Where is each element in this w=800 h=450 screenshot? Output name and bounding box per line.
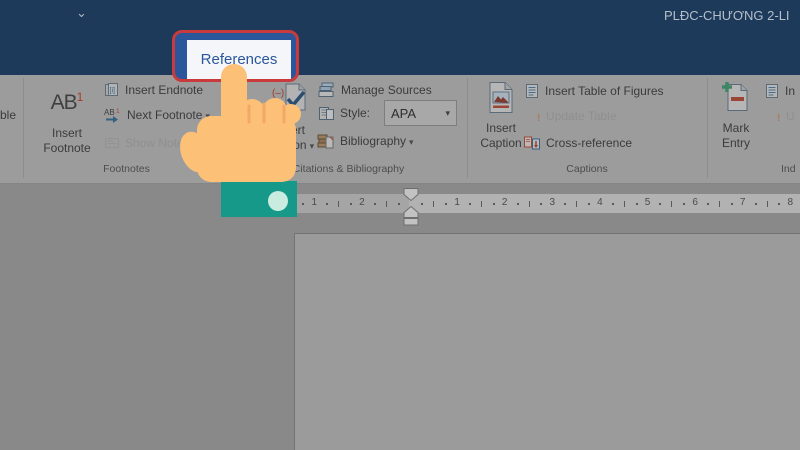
- ruler-tick: [755, 203, 757, 205]
- ruler-number: 7: [740, 197, 746, 208]
- ruler-tick: [445, 203, 447, 205]
- mark-entry-button[interactable]: Mark Entry: [709, 78, 763, 180]
- ruler-number: 6: [692, 197, 698, 208]
- ribbon-tab-row: sert Design Layout Mailings Review View …: [0, 30, 800, 75]
- ruler-number: 2: [359, 197, 365, 208]
- insert-citation-icon: (–): [272, 82, 308, 114]
- ruler-number: 2: [502, 197, 508, 208]
- insert-endnote-button[interactable]: [i] Insert Endnote: [104, 80, 203, 100]
- svg-text:!: !: [537, 113, 540, 124]
- ruler-tick: [719, 201, 720, 207]
- ruler-tick: [433, 201, 434, 207]
- ruler-number: 3: [550, 197, 556, 208]
- ribbon-content: ble AB1 Insert Footnote [i] Insert Endno…: [0, 75, 800, 184]
- ruler-tick: [576, 201, 577, 207]
- svg-text:1: 1: [116, 108, 120, 115]
- svg-text:AB: AB: [104, 108, 115, 117]
- ruler-tick: [588, 203, 590, 205]
- manage-sources-button[interactable]: Manage Sources: [318, 80, 432, 100]
- update-table-button[interactable]: ! Update Table: [524, 106, 617, 126]
- insert-table-of-figures-button[interactable]: Insert Table of Figures: [524, 81, 664, 101]
- update-table-icon: !: [524, 108, 541, 124]
- ruler-tick: [481, 201, 482, 207]
- svg-text:(–): (–): [272, 88, 284, 99]
- mark-entry-icon: [721, 81, 751, 114]
- ruler-tick: [624, 201, 625, 207]
- ruler-tick: [529, 201, 530, 207]
- sleeve-button: [268, 191, 288, 211]
- next-footnote-button[interactable]: AB 1 Next Footnote: [104, 105, 210, 125]
- ruler-tick: [398, 203, 400, 205]
- ruler-tick: [350, 203, 352, 205]
- word-window: ⌄ PLĐC-CHƯƠNG 2-LI sert Design Layout Ma…: [0, 0, 800, 450]
- update-index-icon: !: [764, 108, 781, 124]
- ruler-tick: [778, 203, 780, 205]
- ruler-number: 5: [645, 197, 651, 208]
- table-of-figures-icon: [524, 83, 540, 99]
- ruler-tick: [517, 203, 519, 205]
- ruler-number: 8: [788, 197, 794, 208]
- insert-index-icon: [764, 83, 780, 99]
- show-notes-icon: [104, 135, 120, 151]
- ruler-tick: [767, 201, 768, 207]
- svg-text:!: !: [777, 113, 780, 124]
- ruler-number: 1: [312, 197, 318, 208]
- bibliography-button[interactable]: Bibliography: [317, 131, 414, 151]
- footnotes-group-label: Footnotes: [23, 163, 230, 175]
- svg-text:[i]: [i]: [110, 88, 116, 95]
- document-page[interactable]: [294, 233, 800, 450]
- citations-group-label: Citations & Bibliography: [230, 163, 467, 175]
- ruler-tick: [564, 203, 566, 205]
- ruler-tick: [386, 201, 387, 207]
- style-label-row: Style:: [318, 103, 370, 123]
- ruler-tick: [540, 203, 542, 205]
- quick-access-chevron-icon[interactable]: ⌄: [76, 6, 87, 19]
- tab-references[interactable]: References: [187, 40, 291, 79]
- document-title: PLĐC-CHƯƠNG 2-LI: [664, 8, 790, 23]
- footnote-ab1-icon: AB1: [51, 85, 84, 115]
- show-notes-button[interactable]: Show Notes: [104, 133, 190, 153]
- sleeve: [221, 181, 297, 217]
- style-combobox[interactable]: APA ▾: [384, 100, 457, 126]
- insert-caption-icon: [486, 81, 516, 114]
- ruler-tick: [683, 203, 685, 205]
- index-group-label: Ind: [770, 163, 800, 175]
- insert-endnote-icon: [i]: [104, 82, 120, 98]
- style-book-icon: [318, 105, 335, 122]
- bibliography-icon: [317, 133, 335, 150]
- ruler-tick: [612, 203, 614, 205]
- ruler-tick: [421, 203, 423, 205]
- manage-sources-icon: [318, 82, 336, 98]
- ruler-tick: [338, 201, 339, 207]
- title-bar: ⌄ PLĐC-CHƯƠNG 2-LI: [0, 0, 800, 30]
- ruler-number: 4: [597, 197, 603, 208]
- ruler-tick: [636, 203, 638, 205]
- update-table-toc-button-fragment[interactable]: ble: [0, 105, 21, 125]
- ruler-tick: [374, 203, 376, 205]
- ruler-tick: [707, 203, 709, 205]
- next-footnote-icon: AB 1: [104, 107, 122, 123]
- ruler-tick: [671, 201, 672, 207]
- ruler-tick: [493, 203, 495, 205]
- update-index-button-fragment[interactable]: ! U: [764, 106, 795, 126]
- indent-markers[interactable]: [401, 186, 421, 228]
- captions-group-label: Captions: [467, 163, 707, 175]
- combo-arrow-icon: ▾: [445, 108, 450, 119]
- ruler-band: 1 2 1 2 3 4 5 6 7 8: [294, 194, 800, 213]
- ruler-tick: [469, 203, 471, 205]
- cross-reference-icon: [523, 135, 541, 151]
- insert-index-button-fragment[interactable]: In: [764, 81, 795, 101]
- ruler-number: 1: [454, 197, 460, 208]
- ruler-tick: [302, 203, 304, 205]
- cross-reference-button[interactable]: Cross-reference: [523, 133, 632, 153]
- ruler-tick: [731, 203, 733, 205]
- group-separator: [707, 78, 708, 178]
- ruler-tick: [326, 203, 328, 205]
- ruler-tick: [659, 203, 661, 205]
